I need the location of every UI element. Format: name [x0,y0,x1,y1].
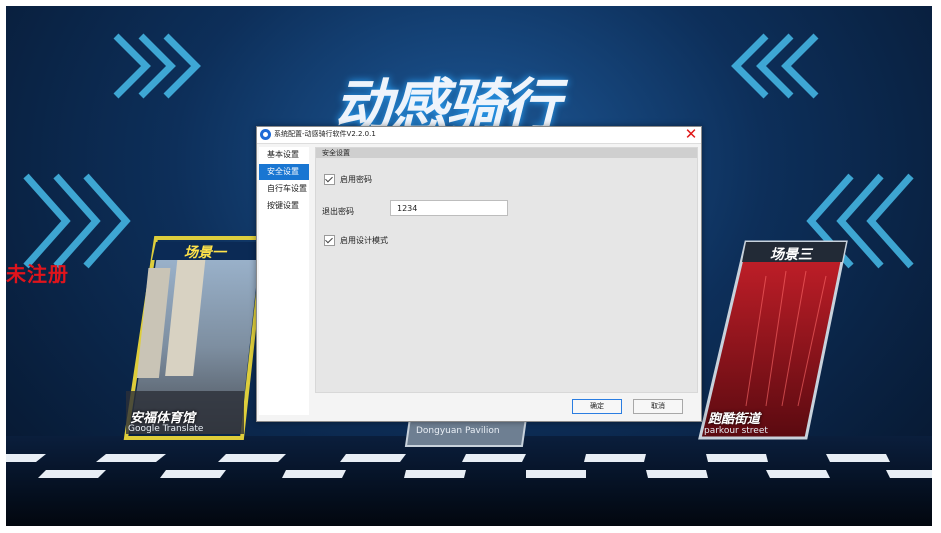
enable-password-checkbox[interactable] [324,174,335,185]
exit-password-label: 退出密码 [322,207,354,216]
design-mode-label: 启用设计模式 [340,236,388,245]
card-3-sub: parkour street [704,426,768,436]
design-mode-checkbox[interactable] [324,235,335,246]
card-3-name: 跑酷街道 [708,412,761,427]
system-config-dialog: 系统配置-动感骑行软件V2.2.0.1 ✕ 基本设置 安全设置 自行车设置 按键… [256,126,702,422]
card-1-title: 场景一 [184,245,226,261]
dialog-titlebar[interactable]: 系统配置-动感骑行软件V2.2.0.1 ✕ [257,126,701,144]
close-icon[interactable]: ✕ [683,126,699,142]
dialog-title: 系统配置-动感骑行软件V2.2.0.1 [274,130,376,138]
app-icon [260,129,271,140]
card-2-sub: Dongyuan Pavilion [416,426,500,436]
card-3-title: 场景三 [770,247,812,263]
enable-password-label: 启用密码 [340,175,372,184]
sidebar-item-basic[interactable]: 基本设置 [259,147,309,163]
card-1-sub: Google Translate [128,424,204,434]
section-title: 安全设置 [316,148,697,158]
exit-password-input[interactable] [390,200,508,216]
enable-password-row: 启用密码 [324,174,372,185]
security-settings-panel: 安全设置 启用密码 退出密码 启用设计模式 [315,147,698,393]
design-mode-row: 启用设计模式 [324,235,388,246]
cancel-button[interactable]: 取消 [633,399,683,414]
settings-sidebar: 基本设置 安全设置 自行车设置 按键设置 [259,147,309,415]
sidebar-item-keys[interactable]: 按键设置 [259,198,309,214]
sidebar-item-security[interactable]: 安全设置 [259,164,309,180]
sidebar-item-bike[interactable]: 自行车设置 [259,181,309,197]
unregistered-label: 未注册 [6,262,69,286]
ok-button[interactable]: 确定 [572,399,622,414]
